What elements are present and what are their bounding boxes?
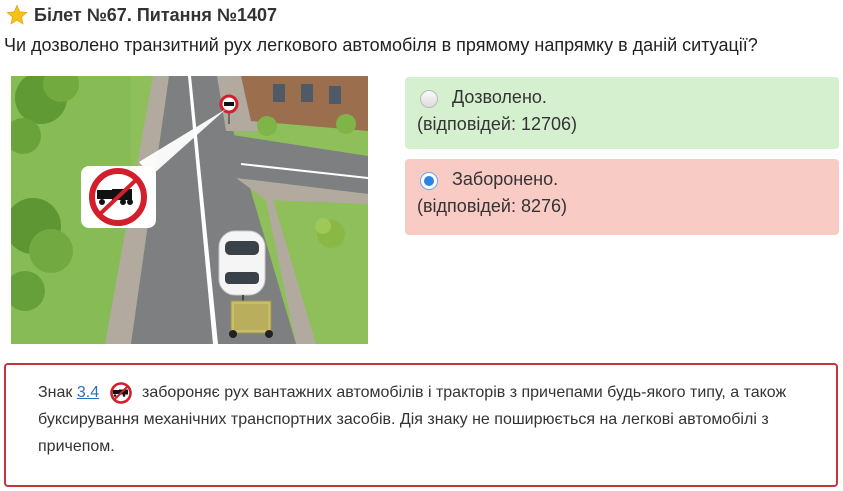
sign-3-4-link[interactable]: 3.4 bbox=[77, 384, 99, 401]
situation-illustration bbox=[11, 76, 368, 344]
radio-allowed[interactable] bbox=[420, 89, 438, 108]
radio-forbidden[interactable] bbox=[420, 171, 438, 190]
answer-label: Дозволено. bbox=[452, 87, 547, 107]
answer-option-forbidden[interactable]: Заборонено. (відповідей: 8276) bbox=[405, 159, 839, 235]
question-text: Чи дозволено транзитний рух легкового ав… bbox=[4, 35, 758, 55]
answer-responses-count: (відповідей: 12706) bbox=[417, 114, 577, 134]
explanation-box: Знак 3.4 забороняє рух вантажних автомоб… bbox=[4, 363, 838, 487]
no-trucks-with-trailer-sign-icon bbox=[109, 381, 132, 404]
answer-responses-count: (відповідей: 8276) bbox=[417, 196, 567, 216]
answer-option-allowed[interactable]: Дозволено. (відповідей: 12706) bbox=[405, 77, 839, 149]
answer-label: Заборонено. bbox=[452, 169, 559, 189]
ticket-title: Білет №67. Питання №1407 bbox=[34, 4, 277, 25]
star-icon[interactable] bbox=[6, 4, 28, 26]
explanation-text: забороняє рух вантажних автомобілів і тр… bbox=[38, 384, 787, 455]
explanation-prefix: Знак bbox=[38, 384, 73, 401]
header: Білет №67. Питання №1407 bbox=[6, 4, 277, 26]
